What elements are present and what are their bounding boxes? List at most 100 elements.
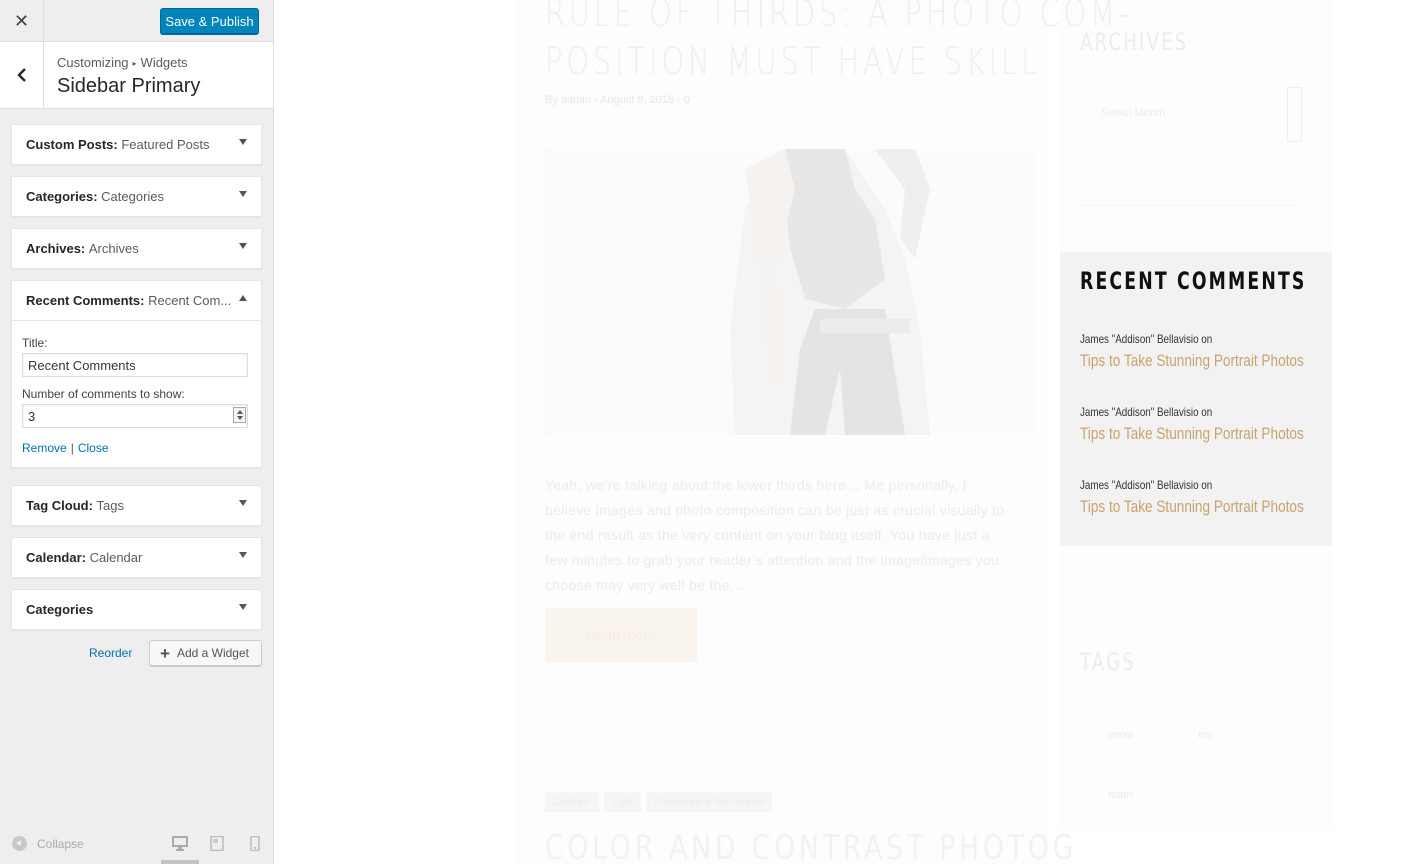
recent-comment-item: James "Addison" Bellavisio on Tips to Ta… [1080,405,1320,444]
tag-link[interactable]: snow [1108,729,1134,741]
add-widget-label: Add a Widget [176,646,249,660]
chevron-left-icon [16,68,26,82]
archives-dropdown-value: Select Month [1101,107,1166,119]
number-input[interactable]: 3 [22,404,248,428]
active-device-indicator [161,860,199,864]
widget-header[interactable]: Recent Comments: Recent Com... [12,281,261,320]
widget-header[interactable]: Calendar: Calendar [12,538,261,577]
category-chip[interactable]: Contrast [545,792,599,812]
widget-title: Recent Com... [148,293,232,308]
collapse-button[interactable]: Collapse [12,836,84,851]
widget-type: Archives [26,241,81,256]
widget-recent-comments: Recent Comments: Recent Com... Title: Re… [11,280,262,468]
widget-tag-cloud: Tag Cloud: Tags [11,485,262,526]
next-post-title[interactable]: Color and Contrast Photog [545,828,1077,864]
expand-arrow-icon[interactable] [239,552,247,558]
widget-title: Tags [96,498,125,513]
widget-header[interactable]: Tag Cloud: Tags [12,486,261,525]
mobile-preview-icon[interactable] [247,835,263,852]
comment-author: James "Addison" Bellavisio on [1080,478,1213,492]
widget-title: Archives [88,241,139,256]
reorder-link[interactable]: Reorder [89,646,132,660]
number-spinner[interactable] [233,407,246,423]
widget-actions: Remove | Close [22,441,251,455]
tags-widget-title: Tags [1080,648,1136,676]
expand-arrow-icon[interactable] [239,139,247,145]
widget-type: Recent Comments [26,293,141,308]
expand-arrow-icon[interactable] [239,243,247,249]
customizer-panel: ✕ Save & Publish Customizing ▸ Widgets Sid… [0,0,274,864]
widget-categories-2: Categories [11,589,262,630]
widget-custom-posts: Custom Posts: Featured Posts [11,124,262,165]
divider [1080,205,1295,206]
portrait-photo [545,149,1035,435]
add-widget-button[interactable]: + Add a Widget [149,640,262,666]
widget-header[interactable]: Custom Posts: Featured Posts [12,125,261,164]
widget-type: Calendar [26,550,82,565]
post-title[interactable]: Rule of Thirds: A Photo Com- position Mu… [545,0,1129,86]
widget-calendar: Calendar: Calendar [11,537,262,578]
back-button[interactable] [0,42,44,108]
tag-link[interactable]: team [1108,789,1132,801]
action-separator: | [70,441,74,455]
dropdown-arrow-icon [1287,87,1302,142]
category-chip[interactable]: Light [603,792,642,812]
widget-type: Custom Posts [26,137,114,152]
widget-header[interactable]: Archives: Archives [12,229,261,268]
widget-title: Calendar [89,550,143,565]
breadcrumb: Customizing ▸ Widgets [57,55,188,70]
expand-arrow-icon[interactable] [239,604,247,610]
widget-header[interactable]: Categories: Categories [12,177,261,216]
post-category-chips: Contrast Light Photography Techniques [545,792,773,812]
breadcrumb-root: Customizing [57,55,129,70]
recent-comment-item: James "Addison" Bellavisio on Tips to Ta… [1080,478,1320,517]
collapse-arrow-icon[interactable] [239,295,247,301]
collapse-label: Collapse [37,836,84,851]
recent-comments-title: Recent Comments [1080,267,1307,295]
title-label: Title: [22,336,48,350]
widget-type: Categories [26,602,94,617]
comment-post-link[interactable]: Tips to Take Stunning Portrait Photos [1080,497,1304,517]
close-customizer-button[interactable]: ✕ [0,0,44,42]
category-chip[interactable]: Photography Techniques [646,792,773,812]
collapse-icon [12,836,27,851]
widget-header[interactable]: Categories [12,590,261,629]
close-icon: ✕ [13,10,30,31]
archives-widget-title: Archives [1080,28,1189,56]
widget-archives: Archives: Archives [11,228,262,269]
section-header: Customizing ▸ Widgets Sidebar Primary [0,42,273,109]
number-label: Number of comments to show: [22,387,185,401]
post-excerpt: Yeah, we’re talking about the lower thir… [545,477,1005,593]
site-preview[interactable]: Rule of Thirds: A Photo Com- position Mu… [274,0,1419,864]
widget-area-footer: Reorder + Add a Widget [11,640,262,666]
section-title: Sidebar Primary [57,75,201,97]
widget-categories: Categories: Categories [11,176,262,217]
read-more-button[interactable]: Read more [545,608,697,662]
remove-link[interactable]: Remove [22,441,67,455]
comment-post-link[interactable]: Tips to Take Stunning Portrait Photos [1080,351,1304,371]
breadcrumb-separator: ▸ [132,59,137,68]
archives-dropdown[interactable]: Select Month [1080,87,1302,142]
post-meta: By admin - August 8, 2018 - 0 [545,94,690,106]
customizer-footer: Collapse [0,824,273,864]
recent-comments-widget: Recent Comments James "Addison" Bellavis… [1060,252,1332,546]
close-link[interactable]: Close [78,441,109,455]
desktop-preview-icon[interactable] [172,836,188,851]
widget-title: Categories [101,189,165,204]
recent-comment-item: James "Addison" Bellavisio on Tips to Ta… [1080,332,1320,371]
save-publish-button[interactable]: Save & Publish [160,8,259,34]
comment-author: James "Addison" Bellavisio on [1080,332,1213,346]
customizer-header-actions: ✕ Save & Publish [0,0,273,42]
tag-link[interactable]: toy [1198,729,1213,741]
breadcrumb-current: Widgets [140,55,188,70]
comment-post-link[interactable]: Tips to Take Stunning Portrait Photos [1080,424,1304,444]
tablet-preview-icon[interactable] [209,835,225,852]
post-featured-image[interactable] [545,149,1035,435]
plus-icon: + [160,643,170,663]
expand-arrow-icon[interactable] [239,500,247,506]
widget-type: Tag Cloud [26,498,89,513]
title-input[interactable]: Recent Comments [22,353,248,377]
expand-arrow-icon[interactable] [239,191,247,197]
comment-author: James "Addison" Bellavisio on [1080,405,1213,419]
widget-type: Categories [26,189,94,204]
